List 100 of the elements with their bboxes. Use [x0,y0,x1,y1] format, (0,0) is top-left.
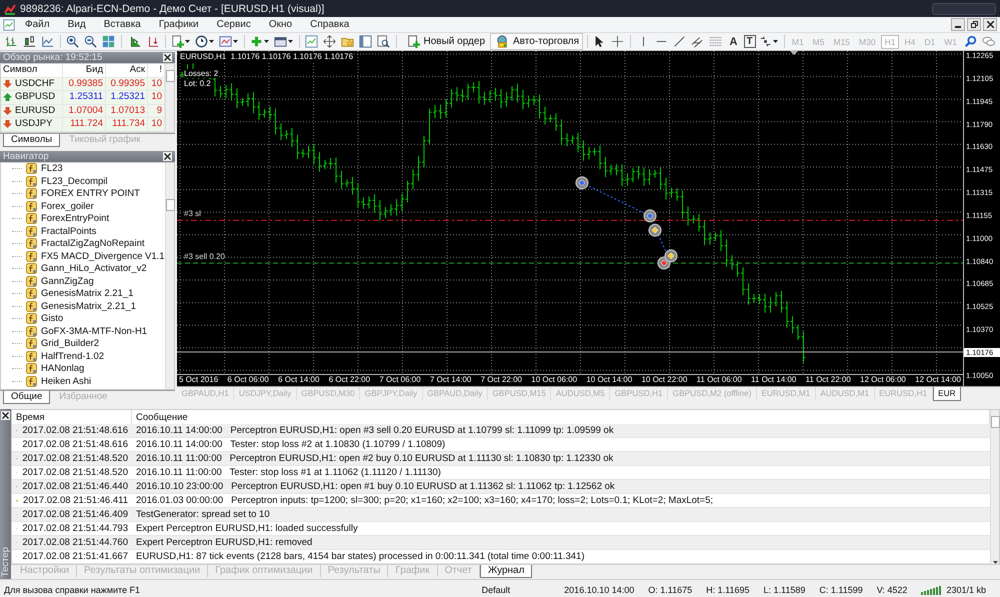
menu-item[interactable]: Сервис [208,19,259,30]
close-icon[interactable] [1,411,10,420]
move-icon[interactable] [323,35,336,48]
menu-item[interactable]: Вид [60,19,94,30]
auto-trading-button[interactable]: Авто-торговля [490,33,584,50]
scrollbar-thumb[interactable] [166,70,174,82]
time-axis-label: 7 Oct 06:00 [379,375,421,386]
restore-button[interactable] [967,18,981,31]
navigator-item[interactable]: FractalPoints [41,226,96,237]
navigator-item[interactable]: ForexEntryPoint [41,213,110,224]
navigator-item[interactable]: GannZigZag [41,276,94,287]
restore-icon[interactable] [970,21,978,28]
new-order-button[interactable]: Новый ордер [400,33,489,50]
caret-icon[interactable] [184,40,190,43]
caret-icon[interactable] [288,40,293,43]
navigator-item[interactable]: HalfTrend-1.02 [41,350,104,362]
caret-icon[interactable] [208,40,214,43]
navigator-item[interactable]: Gisto [41,313,64,324]
menu-item[interactable]: Окно [260,19,300,30]
navigator-item[interactable]: GenesisMatrix 2.21_1 [41,288,134,300]
navigator-item[interactable]: FractalZigZagNoRepaint [41,238,144,250]
bar-time: 2016.10.10 14:00 [564,584,634,594]
caret-icon[interactable] [232,40,238,43]
folder-star-icon[interactable] [341,35,354,48]
order-level-label: #3 sl [184,209,201,218]
scrollbar-thumb[interactable] [990,416,1000,428]
channel-icon[interactable] [690,35,704,48]
navigator-item[interactable]: FL23 [41,163,63,174]
time-axis-label: 6 Oct 14:00 [278,375,320,386]
menu-item[interactable]: Справка [302,19,358,30]
menu-item[interactable]: Файл [17,19,58,30]
navigator-item[interactable]: Forex_goiler [41,200,94,212]
search-icon[interactable] [964,35,977,48]
arrows-icon[interactable] [758,35,772,48]
navigator-item[interactable]: GoFX-3MA-MTF-Non-H1 [41,326,148,337]
candles-icon[interactable] [23,35,36,48]
tile-windows-icon[interactable] [102,35,116,48]
panel-title: Обзор рынка: 19:52:15 [3,52,102,63]
log-time: 2017.02.08 21:51:46.409 [22,508,128,522]
symbol-name: USDJPY [15,118,52,130]
scrollbar-thumb[interactable] [166,198,174,210]
terminal-tab[interactable]: Журнал [480,565,532,578]
symbol-name: EURUSD [15,104,56,117]
zoom-out-icon[interactable] [84,35,98,48]
close-icon[interactable] [986,21,994,28]
panel-tab[interactable]: Символы [3,134,60,146]
zoom-in-icon[interactable] [66,35,80,48]
log-time: 2017.02.08 21:51:41.667 [22,550,128,564]
fibonacci-icon[interactable] [708,35,722,48]
minimize-button[interactable] [951,18,965,31]
navigator-item[interactable]: GenesisMatrix_2.21_1 [41,300,136,312]
crosshair-icon[interactable] [611,35,624,48]
navigator-item[interactable]: HANonlag [41,363,84,374]
symbol-cell[interactable]: USDJPY [1,118,63,132]
robot-icon[interactable] [496,35,509,48]
price-chart[interactable] [177,51,1000,386]
chart-window-icon[interactable] [3,18,15,30]
cursor-icon[interactable] [593,35,606,48]
column-header[interactable]: Аск [106,64,148,78]
text-tool-button[interactable]: A [724,36,742,48]
scrollbar[interactable] [165,64,174,132]
template-icon[interactable] [218,35,232,48]
symbol-cell[interactable]: USDCHF [1,78,63,91]
symbol-cell[interactable]: EURUSD [1,104,63,118]
column-header[interactable]: Символ [1,64,63,78]
panel-tab[interactable]: Общие [3,390,50,404]
symbol-cell[interactable]: GBPUSD [1,91,63,104]
navigator-item[interactable]: FX5 MACD_Divergence V1.1 [41,250,165,262]
navigator-item[interactable]: FOREX ENTRY POINT [41,188,140,200]
column-header[interactable]: Бид [63,64,106,78]
column-header[interactable]: ! [148,64,165,78]
scroll-down-icon[interactable] [992,561,998,564]
navigator-item[interactable]: Heiken Ashi [41,376,92,387]
line-chart-icon[interactable] [41,35,54,48]
scrollbar[interactable] [165,162,174,388]
new-chart-icon[interactable] [170,35,184,48]
navigator-item[interactable]: Gann_HiLo_Activator_v2 [41,263,147,274]
menu-item[interactable]: Вставка [96,19,149,30]
order-icon[interactable] [406,35,420,48]
menu-item[interactable]: Графики [150,19,207,30]
caret-icon[interactable] [264,40,269,43]
text-label-tool-button[interactable]: T [744,35,756,48]
close-icon[interactable] [163,152,172,160]
window-icon[interactable] [274,35,287,48]
time-axis-label: 5 Oct 2016 [179,375,218,386]
navigator-item[interactable]: Grid_Builder2 [41,338,100,350]
scrollbar[interactable] [990,410,999,564]
inspect-icon[interactable] [377,35,390,48]
close-button[interactable] [983,18,997,31]
close-icon[interactable] [163,53,172,62]
navigator-item[interactable]: FL23_Decompil [41,176,108,187]
trend-line-icon[interactable] [672,35,686,48]
chart-window-icon[interactable] [305,35,318,48]
spread-cell: 10 [148,118,165,132]
panel-icon[interactable] [359,35,372,48]
caret-icon[interactable] [772,40,778,43]
chart-tab[interactable]: EUR [932,387,962,401]
ask-cell: 0.99395 [106,78,148,91]
bar-chart-icon[interactable] [5,35,18,48]
clock-icon[interactable] [194,35,208,48]
